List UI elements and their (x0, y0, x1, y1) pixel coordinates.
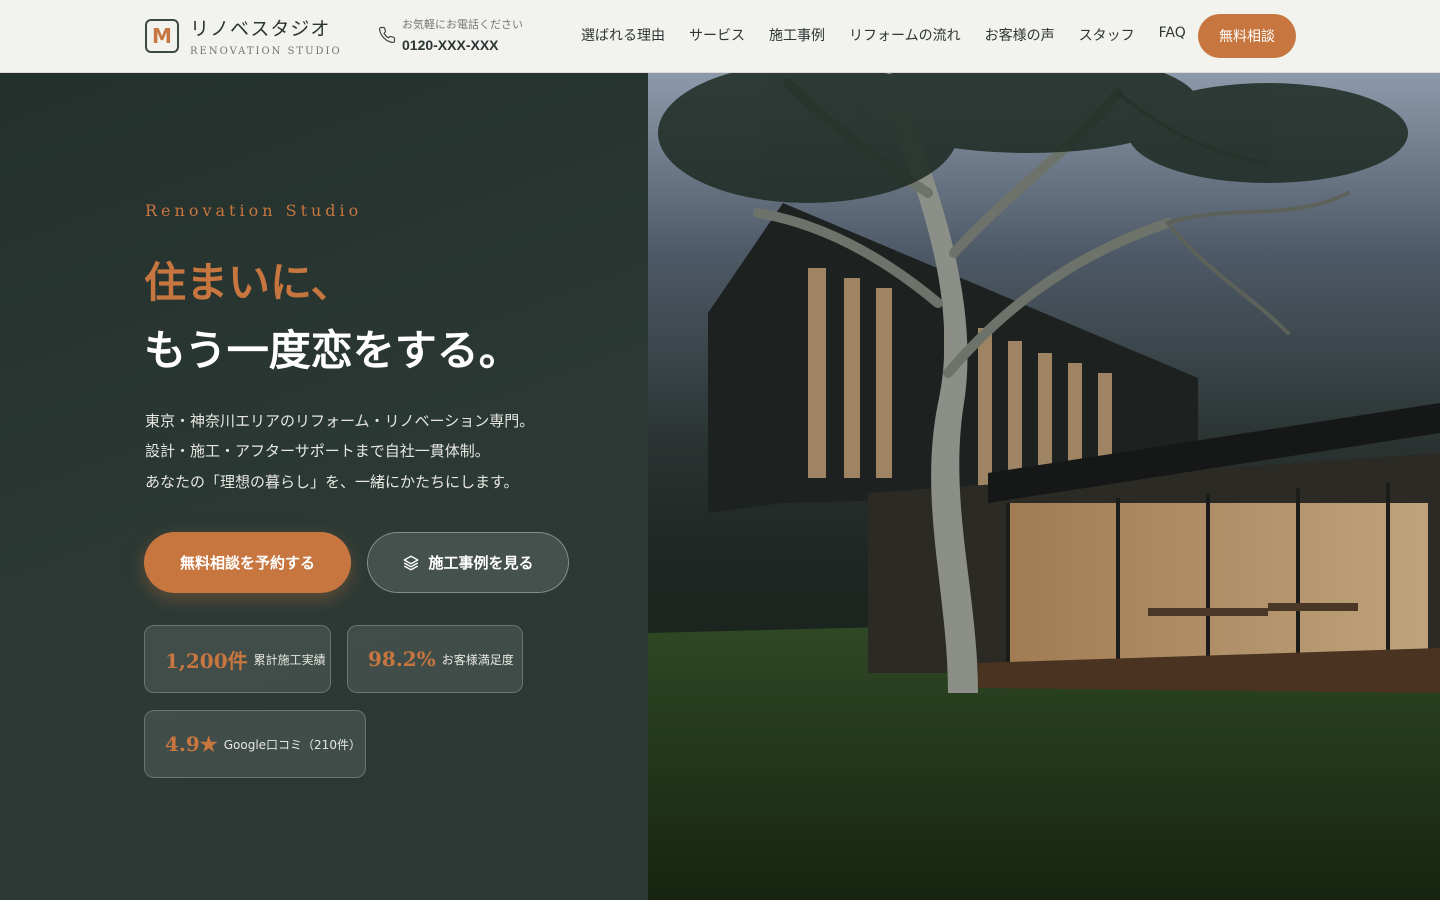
site-header: M リノベスタジオ RENOVATION STUDIO お気軽にお電話ください … (0, 0, 1440, 73)
nav-item-staff[interactable]: スタッフ (1079, 25, 1135, 45)
book-consultation-button[interactable]: 無料相談を予約する (144, 532, 351, 593)
stat-value-reviews: 4.9★ (165, 732, 218, 756)
hero-description-line3: あなたの「理想の暮らし」を、一緒にかたちにします。 (145, 473, 519, 491)
hero-eyebrow: Renovation Studio (145, 201, 363, 220)
phone-number-link[interactable]: 0120-XXX-XXX (402, 37, 499, 53)
view-works-label: 施工事例を見る (428, 554, 534, 572)
stat-label-satisfaction: お客様満足度 (441, 652, 514, 667)
hero-section: Renovation Studio 住まいに、 もう一度恋をする。 東京・神奈川… (0, 73, 1440, 900)
stat-label-reviews: Google口コミ（210件） (223, 737, 361, 752)
house-illustration (648, 73, 1440, 900)
logo-mark-icon[interactable]: M (145, 19, 179, 53)
stat-value-satisfaction: 98.2% (368, 647, 436, 671)
nav-item-faq[interactable]: FAQ (1159, 25, 1186, 45)
nav-item-services[interactable]: サービス (689, 25, 745, 45)
nav-item-works[interactable]: 施工事例 (769, 25, 825, 45)
hero-description-line2: 設計・施工・アフターサポートまで自社一貫体制。 (145, 442, 490, 460)
hero-description-line1: 東京・神奈川エリアのリフォーム・リノベーション専門。 (145, 412, 535, 430)
hero-house-photo (648, 73, 1440, 900)
nav-item-voices[interactable]: お客様の声 (985, 25, 1055, 45)
stat-card-projects: 1,200件 累計施工実績 (144, 625, 331, 693)
logo-mark-letter: M (152, 24, 172, 48)
stat-value-projects: 1,200件 (165, 648, 248, 673)
stat-card-satisfaction: 98.2% お客様満足度 (347, 625, 523, 693)
phone-caption: お気軽にお電話ください (402, 18, 523, 31)
logo-subtitle: RENOVATION STUDIO (190, 46, 342, 57)
hero-headline-accent: 住まいに、 (144, 258, 353, 307)
layers-icon (404, 555, 419, 570)
header-consult-button[interactable]: 無料相談 (1198, 14, 1296, 58)
nav-item-reasons[interactable]: 選ばれる理由 (581, 25, 665, 45)
logo-title[interactable]: リノベスタジオ (190, 14, 330, 41)
stat-label-projects: 累計施工実績 (253, 652, 326, 667)
view-works-button[interactable]: 施工事例を見る (367, 532, 569, 593)
main-nav: 選ばれる理由 サービス 施工事例 リフォームの流れ お客様の声 スタッフ FAQ (581, 25, 1210, 45)
nav-item-flow[interactable]: リフォームの流れ (849, 25, 961, 45)
hero-headline-main: もう一度恋をする。 (144, 326, 521, 375)
phone-icon (378, 26, 396, 44)
stat-card-reviews: 4.9★ Google口コミ（210件） (144, 710, 366, 778)
